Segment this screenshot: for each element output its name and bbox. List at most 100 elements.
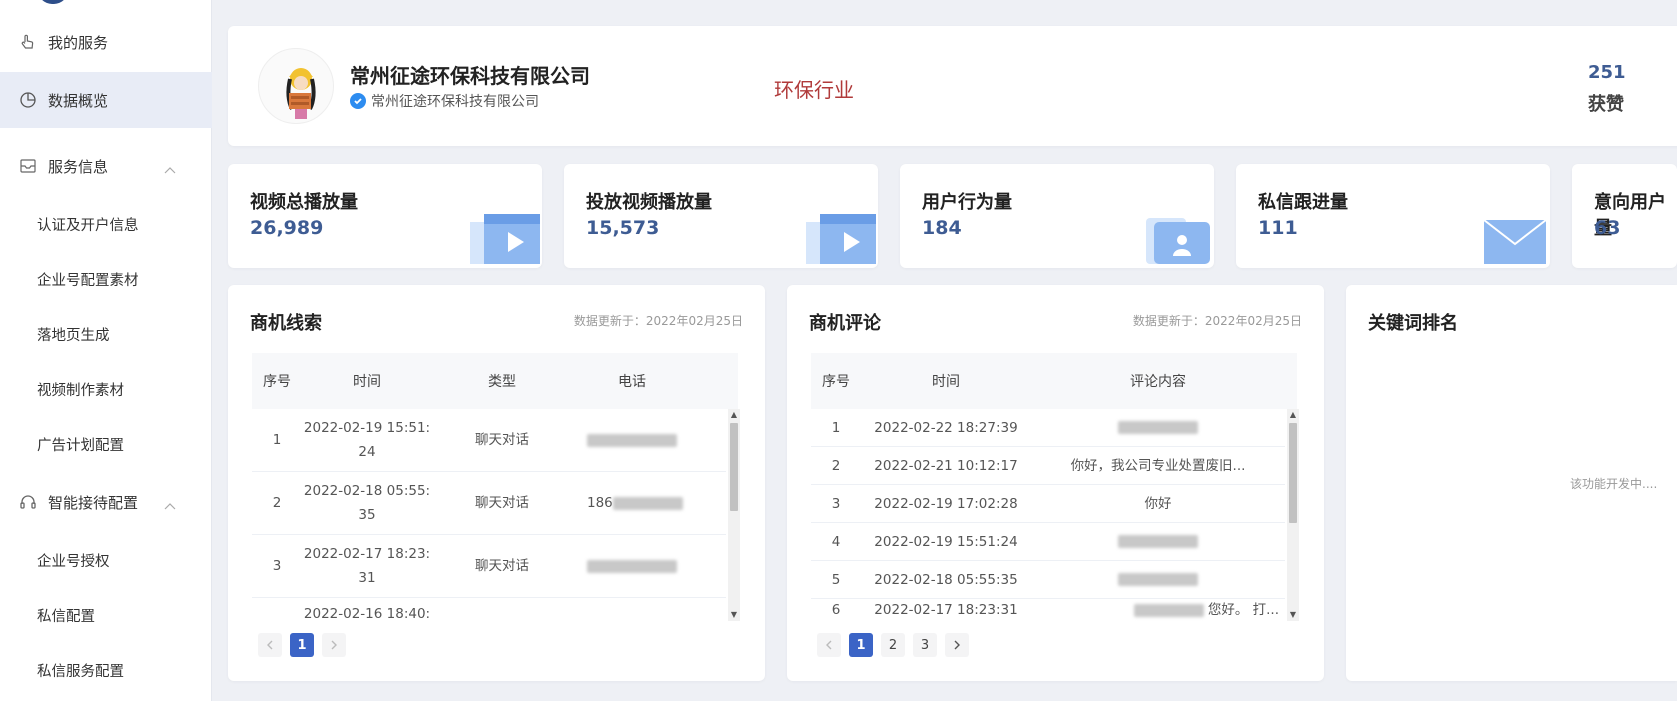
sidebar-item-ad-plan[interactable]: 广告计划配置 xyxy=(0,416,212,472)
sidebar-item-account-auth[interactable]: 企业号授权 xyxy=(0,532,212,588)
verified-check-icon xyxy=(350,93,366,109)
prev-page-button[interactable] xyxy=(817,633,841,657)
sidebar-item-account-material[interactable]: 企业号配置素材 xyxy=(0,251,212,307)
table-row[interactable]: 2 2022-02-18 05:55: 35 聊天对话 186 xyxy=(252,472,726,535)
row-type: 聊天对话 xyxy=(475,495,529,511)
sidebar-item-smart-reception[interactable]: 智能接待配置 xyxy=(0,474,212,530)
stat-value: 15,573 xyxy=(586,217,660,239)
row-time: 2022-02-21 10:12:17 xyxy=(874,457,1018,474)
table-header: 序号 时间 评论内容 xyxy=(811,353,1297,409)
row-time-line: 2022-02-18 05:55: xyxy=(303,483,431,499)
company-name: 常州征途环保科技有限公司 xyxy=(350,64,590,88)
row-content: 你好 xyxy=(1144,495,1172,512)
scroll-thumb[interactable] xyxy=(730,423,738,511)
sidebar-item-label: 服务信息 xyxy=(48,157,109,176)
stat-value: 184 xyxy=(922,217,962,239)
comments-panel: 商机评论 数据更新于：2022年02月25日 序号 时间 评论内容 1 2022… xyxy=(787,285,1324,681)
row-index: 2 xyxy=(831,457,841,474)
page-button-1[interactable]: 1 xyxy=(290,633,314,657)
row-type: 聊天对话 xyxy=(475,558,529,574)
page-button-3[interactable]: 3 xyxy=(913,633,937,657)
row-content-redacted xyxy=(1031,568,1285,592)
stat-card-ad-plays: 投放视频播放量 15,573 xyxy=(564,164,878,268)
column-header: 电话 xyxy=(618,374,646,390)
sidebar-item-service-info[interactable]: 服务信息 xyxy=(0,138,212,194)
table-row[interactable]: 3 2022-02-19 17:02:28 你好 xyxy=(811,485,1285,523)
prev-page-button[interactable] xyxy=(258,633,282,657)
column-header: 序号 xyxy=(263,374,291,390)
stat-value: 63 xyxy=(1594,217,1621,239)
row-time: 2022-02-17 18:23:31 xyxy=(874,602,1018,618)
table-row[interactable]: 6 2022-02-17 18:23:31 您好。 打... xyxy=(811,599,1285,621)
row-time: 2022-02-19 17:02:28 xyxy=(874,495,1018,512)
next-page-button[interactable] xyxy=(322,633,346,657)
table-scrollbar[interactable]: ▲ ▼ xyxy=(728,409,740,621)
table-scrollbar[interactable]: ▲ ▼ xyxy=(1287,409,1299,621)
table-row[interactable]: 2022-02-16 18:40: xyxy=(252,598,726,621)
sidebar-item-label: 我的服务 xyxy=(48,33,109,52)
sidebar-item-dm-config[interactable]: 私信配置 xyxy=(0,587,212,643)
sidebar-item-label: 认证及开户信息 xyxy=(37,217,139,234)
row-time: 2022-02-22 18:27:39 xyxy=(874,419,1018,436)
scroll-thumb[interactable] xyxy=(1289,423,1297,523)
video-play-icon xyxy=(798,204,878,268)
column-header: 时间 xyxy=(353,374,381,390)
row-index: 1 xyxy=(831,419,841,436)
column-header: 时间 xyxy=(932,374,960,390)
sidebar-item-label: 私信服务配置 xyxy=(37,663,124,680)
scroll-up-icon[interactable]: ▲ xyxy=(728,409,740,421)
row-phone-redacted: 186 xyxy=(572,491,692,515)
table-row[interactable]: 5 2022-02-18 05:55:35 xyxy=(811,561,1285,599)
column-header: 序号 xyxy=(822,374,850,390)
scroll-down-icon[interactable]: ▼ xyxy=(728,609,740,621)
row-content: 你好，我公司专业处置废旧... xyxy=(1070,457,1246,474)
sidebar: 我的服务 数据概览 服务信息 认证及开户信息 企业号配置素材 落地页生成 视频制… xyxy=(0,0,212,701)
likes-label: 获赞 xyxy=(1588,94,1624,115)
headset-icon xyxy=(18,492,38,512)
row-time: 2022-02-19 15:51:24 xyxy=(874,533,1018,550)
table-row[interactable]: 2 2022-02-21 10:12:17 你好，我公司专业处置废旧... xyxy=(811,447,1285,485)
sidebar-item-certification[interactable]: 认证及开户信息 xyxy=(0,196,212,252)
sidebar-item-landing-page[interactable]: 落地页生成 xyxy=(0,306,212,362)
table-row[interactable]: 1 2022-02-22 18:27:39 xyxy=(811,409,1285,447)
hand-pointer-icon xyxy=(18,32,38,52)
table-row[interactable]: 3 2022-02-17 18:23: 31 聊天对话 xyxy=(252,535,726,598)
table-row[interactable]: 4 2022-02-19 15:51:24 xyxy=(811,523,1285,561)
sidebar-item-my-services[interactable]: 我的服务 xyxy=(0,14,212,70)
sidebar-item-data-overview[interactable]: 数据概览 xyxy=(0,72,212,128)
column-header: 类型 xyxy=(488,374,516,390)
page-button-2[interactable]: 2 xyxy=(881,633,905,657)
avatar xyxy=(258,48,334,124)
row-content-redacted xyxy=(1031,416,1285,440)
row-time-line: 24 xyxy=(358,444,376,460)
likes-count: 251 xyxy=(1588,62,1626,83)
sidebar-item-label: 企业号授权 xyxy=(37,553,110,570)
sidebar-item-dm-service-config[interactable]: 私信服务配置 xyxy=(0,642,212,698)
chevron-up-icon xyxy=(164,160,176,178)
row-index: 6 xyxy=(831,602,841,618)
verified-name: 常州征途环保科技有限公司 xyxy=(371,94,539,110)
row-type: 聊天对话 xyxy=(475,432,529,448)
inbox-icon xyxy=(18,156,38,176)
next-page-button[interactable] xyxy=(945,633,969,657)
stat-title: 用户行为量 xyxy=(922,192,1012,213)
row-time-line: 35 xyxy=(358,507,376,523)
row-phone-prefix: 186 xyxy=(587,495,613,511)
table-row[interactable]: 1 2022-02-19 15:51: 24 聊天对话 xyxy=(252,409,726,472)
row-time: 2022-02-17 18:23:31 xyxy=(302,542,432,590)
row-index: 4 xyxy=(831,533,841,550)
panel-title: 关键词排名 xyxy=(1368,313,1458,334)
stat-card-intent-users: 意向用户量 63 xyxy=(1572,164,1677,268)
row-phone-redacted xyxy=(572,554,692,578)
sidebar-item-video-material[interactable]: 视频制作素材 xyxy=(0,361,212,417)
row-time: 2022-02-18 05:55: 35 xyxy=(302,479,432,527)
column-header: 评论内容 xyxy=(1130,374,1186,390)
scroll-up-icon[interactable]: ▲ xyxy=(1287,409,1299,421)
pie-chart-icon xyxy=(18,90,38,110)
scroll-down-icon[interactable]: ▼ xyxy=(1287,609,1299,621)
sidebar-item-label: 数据概览 xyxy=(48,91,109,110)
account-header-card: 常州征途环保科技有限公司 常州征途环保科技有限公司 环保行业 251 获赞 xyxy=(228,26,1677,146)
row-time-line: 2022-02-19 15:51: xyxy=(303,420,431,436)
page-button-1[interactable]: 1 xyxy=(849,633,873,657)
stat-title: 投放视频播放量 xyxy=(586,192,712,213)
